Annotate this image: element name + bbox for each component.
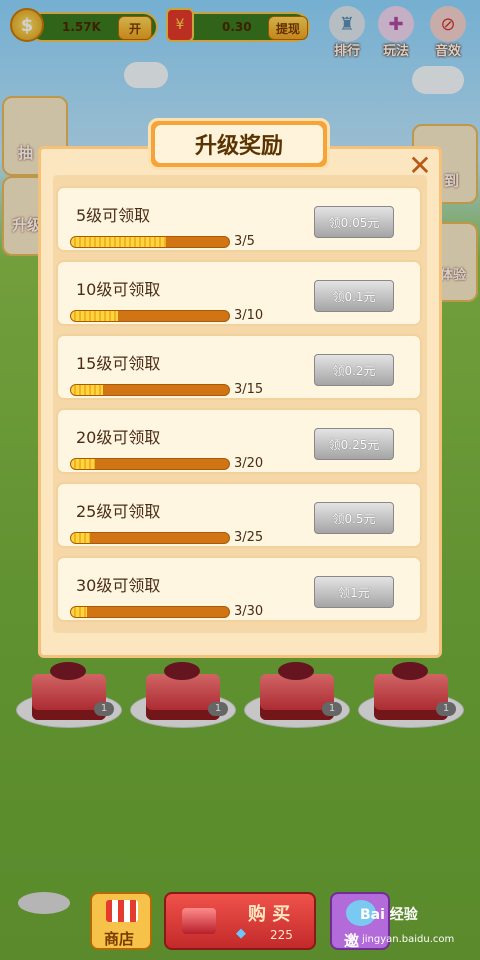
- watermark-url: jingyan.baidu.com: [362, 934, 455, 945]
- claim-button[interactable]: 领0.25元: [314, 428, 394, 460]
- shop-label: 商店: [104, 930, 135, 948]
- claim-button[interactable]: 领0.1元: [314, 280, 394, 312]
- cake-icon: [182, 908, 216, 934]
- reward-row: 25级可领取 3/25 领0.5元: [56, 482, 422, 548]
- reward-row-name: 30级可领取: [76, 576, 161, 595]
- buy-label: 购 买: [248, 904, 291, 925]
- reward-row-name: 5级可领取: [76, 206, 151, 225]
- reward-row-name: 20级可领取: [76, 428, 161, 447]
- progress-text: 3/20: [234, 456, 264, 471]
- progress-fill: [71, 311, 119, 321]
- progress-bar: [70, 458, 230, 470]
- claim-button[interactable]: 领1元: [314, 576, 394, 608]
- watermark-logo: Bai 经验: [360, 907, 418, 923]
- progress-text: 3/30: [234, 604, 264, 619]
- progress-fill: [71, 533, 90, 543]
- progress-fill: [71, 459, 95, 469]
- progress-text: 3/5: [234, 234, 255, 249]
- reward-row: 30级可领取 3/30 领1元: [56, 556, 422, 622]
- reward-row: 15级可领取 3/15 领0.2元: [56, 334, 422, 400]
- progress-text: 3/25: [234, 530, 264, 545]
- reward-row-name: 25级可领取: [76, 502, 161, 521]
- progress-bar: [70, 532, 230, 544]
- progress-text: 3/15: [234, 382, 264, 397]
- claim-button[interactable]: 领0.2元: [314, 354, 394, 386]
- invite-label: 邀: [344, 932, 360, 950]
- buy-price: 225: [270, 928, 293, 942]
- reward-row: 10级可领取 3/10 领0.1元: [56, 260, 422, 326]
- progress-bar: [70, 236, 230, 248]
- shop-icon: [106, 900, 138, 922]
- reward-row-name: 15级可领取: [76, 354, 161, 373]
- progress-fill: [71, 385, 103, 395]
- diamond-icon: ◆: [236, 926, 246, 941]
- buy-button[interactable]: 购 买 ◆ 225: [164, 892, 316, 950]
- shop-button[interactable]: 商店: [90, 892, 152, 950]
- reward-row: 5级可领取 3/5 领0.05元: [56, 186, 422, 252]
- reward-row: 20级可领取 3/20 领0.25元: [56, 408, 422, 474]
- dialog-title-banner: 升级奖励: [148, 118, 330, 170]
- progress-bar: [70, 384, 230, 396]
- progress-bar: [70, 606, 230, 618]
- progress-fill: [71, 607, 87, 617]
- claim-button[interactable]: 领0.05元: [314, 206, 394, 238]
- dialog-title: 升级奖励: [155, 125, 323, 163]
- progress-fill: [71, 237, 166, 247]
- close-icon[interactable]: ✕: [406, 152, 434, 180]
- reward-row-name: 10级可领取: [76, 280, 161, 299]
- claim-button[interactable]: 领0.5元: [314, 502, 394, 534]
- progress-bar: [70, 310, 230, 322]
- progress-text: 3/10: [234, 308, 264, 323]
